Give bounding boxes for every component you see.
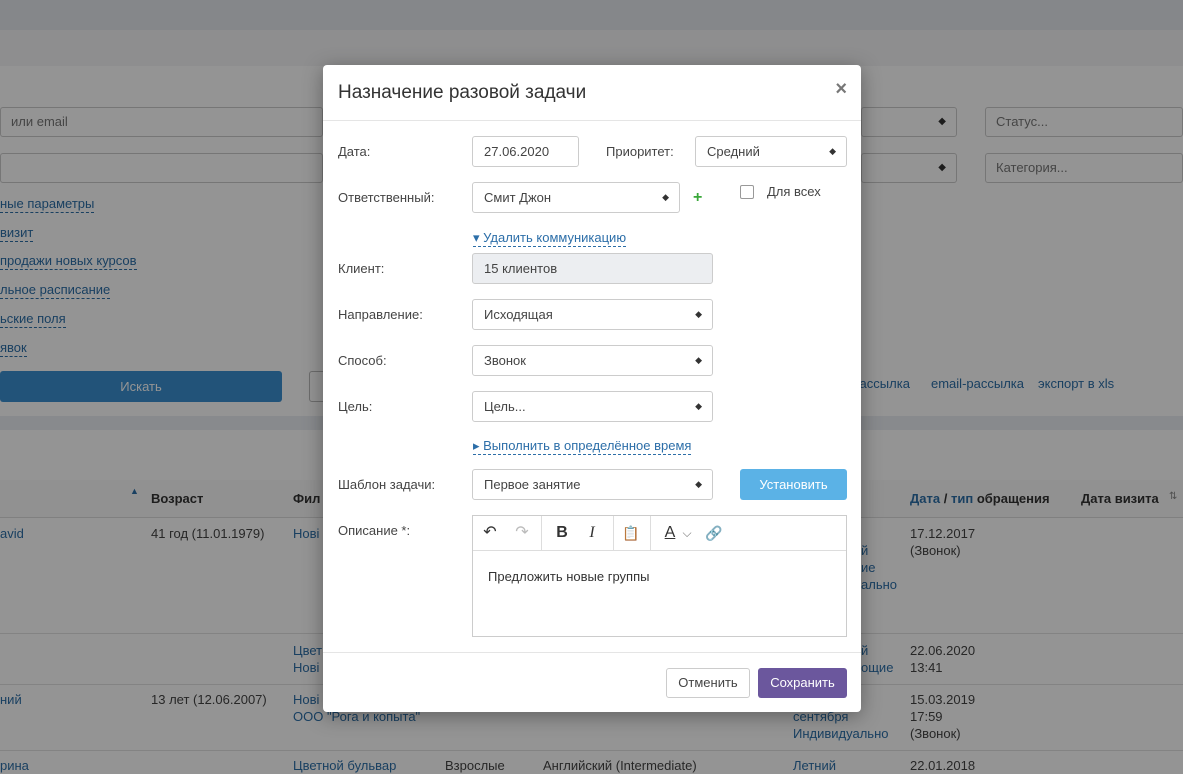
italic-icon[interactable]: I <box>577 516 607 550</box>
method-label: Способ: <box>338 353 387 368</box>
date-input[interactable]: 27.06.2020 <box>472 136 579 167</box>
method-value: Звонок <box>484 353 526 368</box>
select-arrow-icon: ◆ <box>829 146 836 156</box>
date-label: Дата: <box>338 144 371 159</box>
toolbar-divider <box>650 516 651 550</box>
template-label: Шаблон задачи: <box>338 477 436 492</box>
add-responsible-icon[interactable]: + <box>693 189 702 207</box>
client-label: Клиент: <box>338 261 385 276</box>
date-value: 27.06.2020 <box>484 144 550 159</box>
description-text[interactable]: Предложить новые группы <box>488 569 649 584</box>
select-arrow-icon: ◆ <box>695 355 702 365</box>
install-template-button[interactable]: Установить <box>740 469 847 500</box>
modal-footer: Отменить Сохранить <box>323 652 861 712</box>
client-field: 15 клиентов <box>472 253 713 284</box>
modal-header: Назначение разовой задачи × <box>323 65 861 121</box>
task-modal: Назначение разовой задачи × Дата: 27.06.… <box>323 65 861 712</box>
direction-value: Исходящая <box>484 307 553 322</box>
close-icon[interactable]: × <box>835 79 847 99</box>
priority-label: Приоритет: <box>606 144 674 159</box>
save-button[interactable]: Сохранить <box>758 668 847 698</box>
chevron-down-icon[interactable]: ⌵ <box>677 516 697 550</box>
for-all-label: Для всех <box>767 184 821 199</box>
paste-icon[interactable]: 📋 <box>616 516 646 550</box>
description-label: Описание *: <box>338 523 411 538</box>
modal-title: Назначение разовой задачи <box>338 82 587 103</box>
editor-toolbar: ↶ ↷ B I 📋 A ⌵ 🔗 <box>473 516 846 551</box>
responsible-value: Смит Джон <box>484 190 552 205</box>
link-icon[interactable]: 🔗 <box>699 516 729 550</box>
cancel-button[interactable]: Отменить <box>666 668 750 698</box>
goal-label: Цель: <box>338 399 373 414</box>
select-arrow-icon: ◆ <box>695 479 702 489</box>
for-all-checkbox[interactable] <box>740 185 754 199</box>
toolbar-divider <box>613 516 614 550</box>
select-arrow-icon: ◆ <box>662 192 669 202</box>
goal-value: Цель... <box>484 399 526 414</box>
direction-select[interactable]: Исходящая ◆ <box>472 299 713 330</box>
bold-icon[interactable]: B <box>547 516 577 550</box>
description-editor[interactable]: ↶ ↷ B I 📋 A ⌵ 🔗 Предложить новые группы <box>472 515 847 637</box>
select-arrow-icon: ◆ <box>695 309 702 319</box>
client-value: 15 клиентов <box>484 261 558 276</box>
template-select[interactable]: Первое занятие ◆ <box>472 469 713 500</box>
priority-select[interactable]: Средний ◆ <box>695 136 847 167</box>
method-select[interactable]: Звонок ◆ <box>472 345 713 376</box>
priority-value: Средний <box>707 144 760 159</box>
timed-execution-link[interactable]: ▸ Выполнить в определённое время <box>473 438 692 455</box>
goal-select[interactable]: Цель... ◆ <box>472 391 713 422</box>
template-value: Первое занятие <box>484 477 581 492</box>
toolbar-divider <box>541 516 542 550</box>
responsible-label: Ответственный: <box>338 190 435 205</box>
undo-icon[interactable]: ↶ <box>475 516 505 550</box>
responsible-select[interactable]: Смит Джон ◆ <box>472 182 680 213</box>
remove-communication-link[interactable]: ▾ Удалить коммуникацию <box>473 230 627 247</box>
select-arrow-icon: ◆ <box>695 401 702 411</box>
direction-label: Направление: <box>338 307 423 322</box>
redo-icon[interactable]: ↷ <box>507 516 537 550</box>
